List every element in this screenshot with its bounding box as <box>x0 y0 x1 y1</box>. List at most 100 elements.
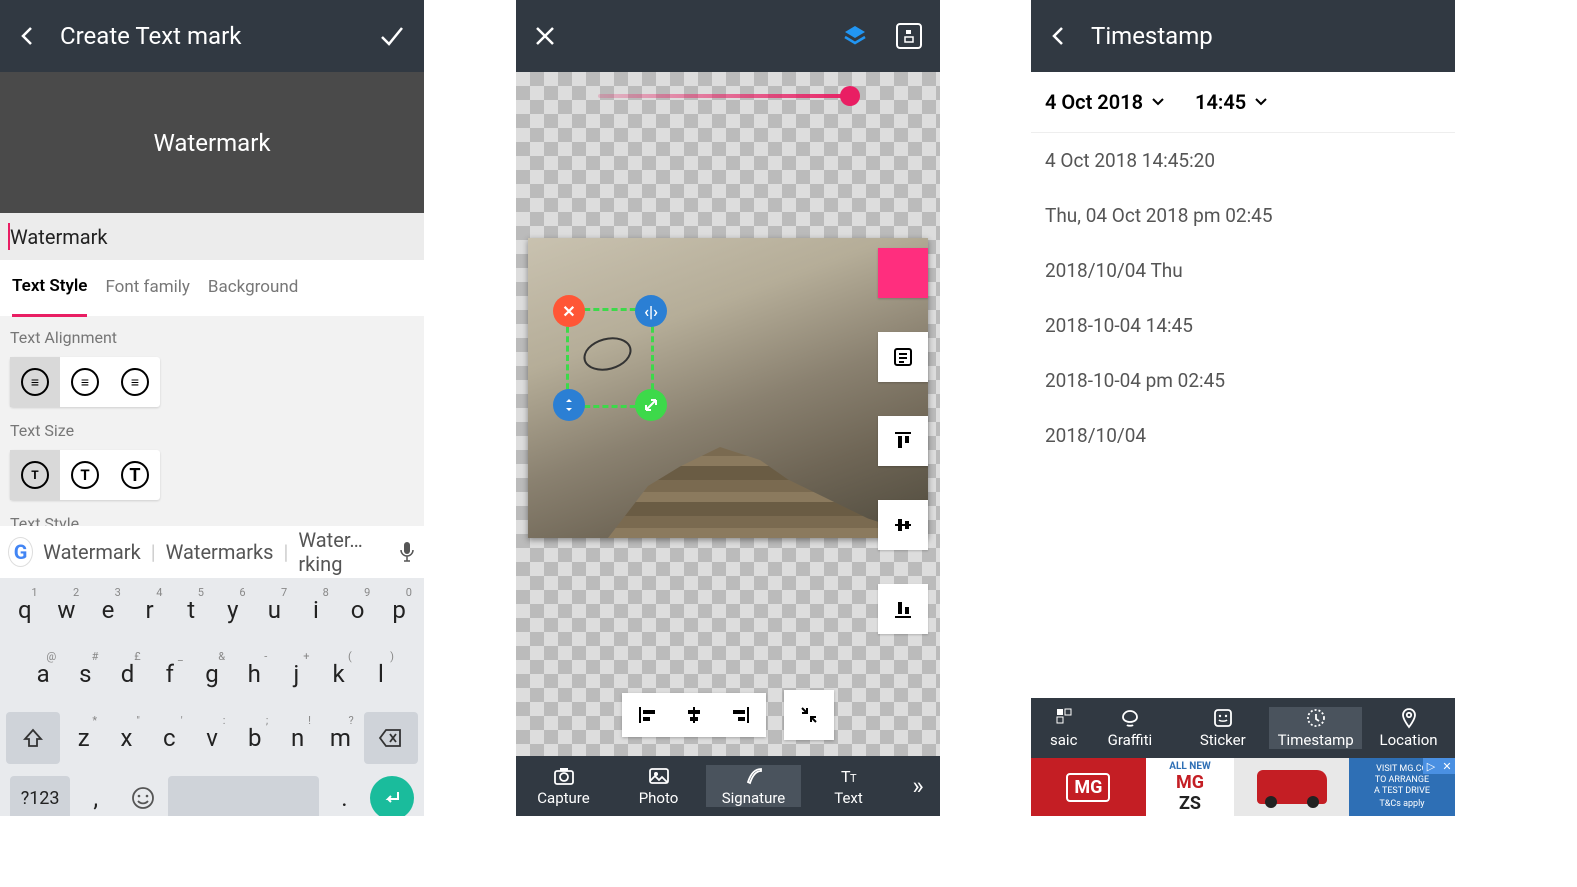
key-a[interactable]: a@ <box>24 648 62 700</box>
key-q[interactable]: q1 <box>6 584 44 636</box>
ad-close-icon[interactable]: ✕ <box>1439 758 1455 774</box>
layers-icon[interactable] <box>842 23 868 49</box>
key-e[interactable]: e3 <box>89 584 127 636</box>
format-option[interactable]: 2018-10-04 14:45 <box>1031 298 1455 353</box>
enter-key[interactable] <box>370 776 414 816</box>
opacity-slider[interactable] <box>598 94 858 98</box>
align-top-tool[interactable] <box>878 416 928 466</box>
align-hcenter-tool[interactable] <box>682 703 706 727</box>
date-dropdown[interactable]: 4 Oct 2018 <box>1045 90 1165 114</box>
save-icon[interactable] <box>896 23 922 49</box>
align-center-button[interactable]: ≡ <box>60 357 110 407</box>
key-s[interactable]: s# <box>66 648 104 700</box>
key-i[interactable]: i8 <box>297 584 335 636</box>
keyboard: G Watermark | Watermarks | Water…rking q… <box>0 526 424 816</box>
photo-layer[interactable]: ✕ ‹|› <box>528 238 928 538</box>
back-icon[interactable] <box>1049 26 1069 46</box>
mic-icon[interactable] <box>398 540 416 564</box>
key-h[interactable]: h- <box>235 648 273 700</box>
toolbar-more[interactable]: » <box>896 772 940 800</box>
close-icon[interactable] <box>534 25 842 47</box>
suggestion-1[interactable]: Watermark <box>43 540 141 564</box>
align-left-button[interactable]: ≡ <box>10 357 60 407</box>
suggestion-3[interactable]: Water…rking <box>298 528 388 576</box>
delete-handle[interactable]: ✕ <box>553 295 585 327</box>
key-n[interactable]: n! <box>278 712 317 764</box>
key-g[interactable]: g& <box>193 648 231 700</box>
format-option[interactable]: 2018/10/04 Thu <box>1031 243 1455 298</box>
selection-box[interactable]: ✕ ‹|› <box>566 308 654 408</box>
color-tool[interactable] <box>878 248 928 298</box>
format-option[interactable]: 4 Oct 2018 14:45:20 <box>1031 133 1455 188</box>
key-c[interactable]: c' <box>150 712 189 764</box>
emoji-key[interactable] <box>121 776 164 816</box>
horizontal-handle[interactable]: ‹|› <box>635 295 667 327</box>
key-u[interactable]: u7 <box>256 584 294 636</box>
align-right-tool[interactable] <box>728 703 752 727</box>
alignment-label: Text Alignment <box>10 328 414 347</box>
format-option[interactable]: Thu, 04 Oct 2018 pm 02:45 <box>1031 188 1455 243</box>
key-x[interactable]: x" <box>107 712 146 764</box>
separator: | <box>151 540 156 564</box>
key-l[interactable]: l) <box>362 648 400 700</box>
key-k[interactable]: k( <box>320 648 358 700</box>
toolbar-mosaic[interactable]: saic <box>1031 707 1083 749</box>
time-dropdown[interactable]: 14:45 <box>1195 90 1268 114</box>
space-key[interactable] <box>168 776 319 816</box>
toolbar-signature[interactable]: Signature <box>706 765 801 807</box>
ad-banner[interactable]: MG ALL NEWMGZS VISIT MG.COTO ARRANGEA TE… <box>1031 758 1455 816</box>
toolbar-label: saic <box>1050 731 1077 749</box>
key-o[interactable]: o9 <box>339 584 377 636</box>
suggestion-2[interactable]: Watermarks <box>166 540 274 564</box>
size-small-button[interactable]: T <box>10 450 60 500</box>
tab-font-family[interactable]: Font family <box>105 259 189 315</box>
tab-text-style[interactable]: Text Style <box>12 258 87 317</box>
toolbar-graffiti[interactable]: Graffiti <box>1083 707 1176 749</box>
toolbar-photo[interactable]: Photo <box>611 765 706 807</box>
key-d[interactable]: d£ <box>108 648 146 700</box>
align-center-tool[interactable] <box>878 500 928 550</box>
back-icon[interactable] <box>18 26 38 46</box>
key-b[interactable]: b; <box>235 712 274 764</box>
canvas[interactable]: ✕ ‹|› <box>516 72 940 756</box>
vertical-handle[interactable] <box>553 389 585 421</box>
symbols-key[interactable]: ?123 <box>10 776 70 816</box>
toolbar-capture[interactable]: Capture <box>516 765 611 807</box>
backspace-key[interactable] <box>364 712 418 764</box>
key-r[interactable]: r4 <box>131 584 169 636</box>
key-y[interactable]: y6 <box>214 584 252 636</box>
period-key[interactable]: . <box>323 776 366 816</box>
confirm-icon[interactable] <box>378 22 406 50</box>
tab-background[interactable]: Background <box>208 259 298 315</box>
toolbar-sticker[interactable]: Sticker <box>1176 707 1269 749</box>
key-row-2: a@s#d£f_g&h-j+k(l) <box>0 642 424 706</box>
toolbar-location[interactable]: Location <box>1362 707 1455 749</box>
key-v[interactable]: v: <box>193 712 232 764</box>
toolbar-text[interactable]: TT Text <box>801 765 896 807</box>
watermark-text-input[interactable]: Watermark <box>0 213 424 260</box>
key-w[interactable]: w2 <box>48 584 86 636</box>
watermark-preview: Watermark <box>0 72 424 213</box>
align-right-button[interactable]: ≡ <box>110 357 160 407</box>
template-tool[interactable] <box>878 332 928 382</box>
scale-handle[interactable] <box>635 389 667 421</box>
align-left-tool[interactable] <box>636 703 660 727</box>
key-f[interactable]: f_ <box>151 648 189 700</box>
google-icon[interactable]: G <box>8 537 33 567</box>
align-bottom-tool[interactable] <box>878 584 928 634</box>
slider-thumb[interactable] <box>840 86 860 106</box>
format-option[interactable]: 2018/10/04 <box>1031 408 1455 463</box>
key-p[interactable]: p0 <box>380 584 418 636</box>
size-large-button[interactable]: T <box>110 450 160 500</box>
size-medium-button[interactable]: T <box>60 450 110 500</box>
format-option[interactable]: 2018-10-04 pm 02:45 <box>1031 353 1455 408</box>
comma-key[interactable]: , <box>74 776 117 816</box>
ad-info-icon[interactable]: ▷ <box>1423 758 1439 774</box>
key-z[interactable]: z* <box>64 712 103 764</box>
key-t[interactable]: t5 <box>172 584 210 636</box>
key-j[interactable]: j+ <box>277 648 315 700</box>
toolbar-timestamp[interactable]: Timestamp <box>1269 707 1362 749</box>
collapse-tool[interactable] <box>784 690 834 740</box>
key-m[interactable]: m? <box>321 712 360 764</box>
shift-key[interactable] <box>6 712 60 764</box>
